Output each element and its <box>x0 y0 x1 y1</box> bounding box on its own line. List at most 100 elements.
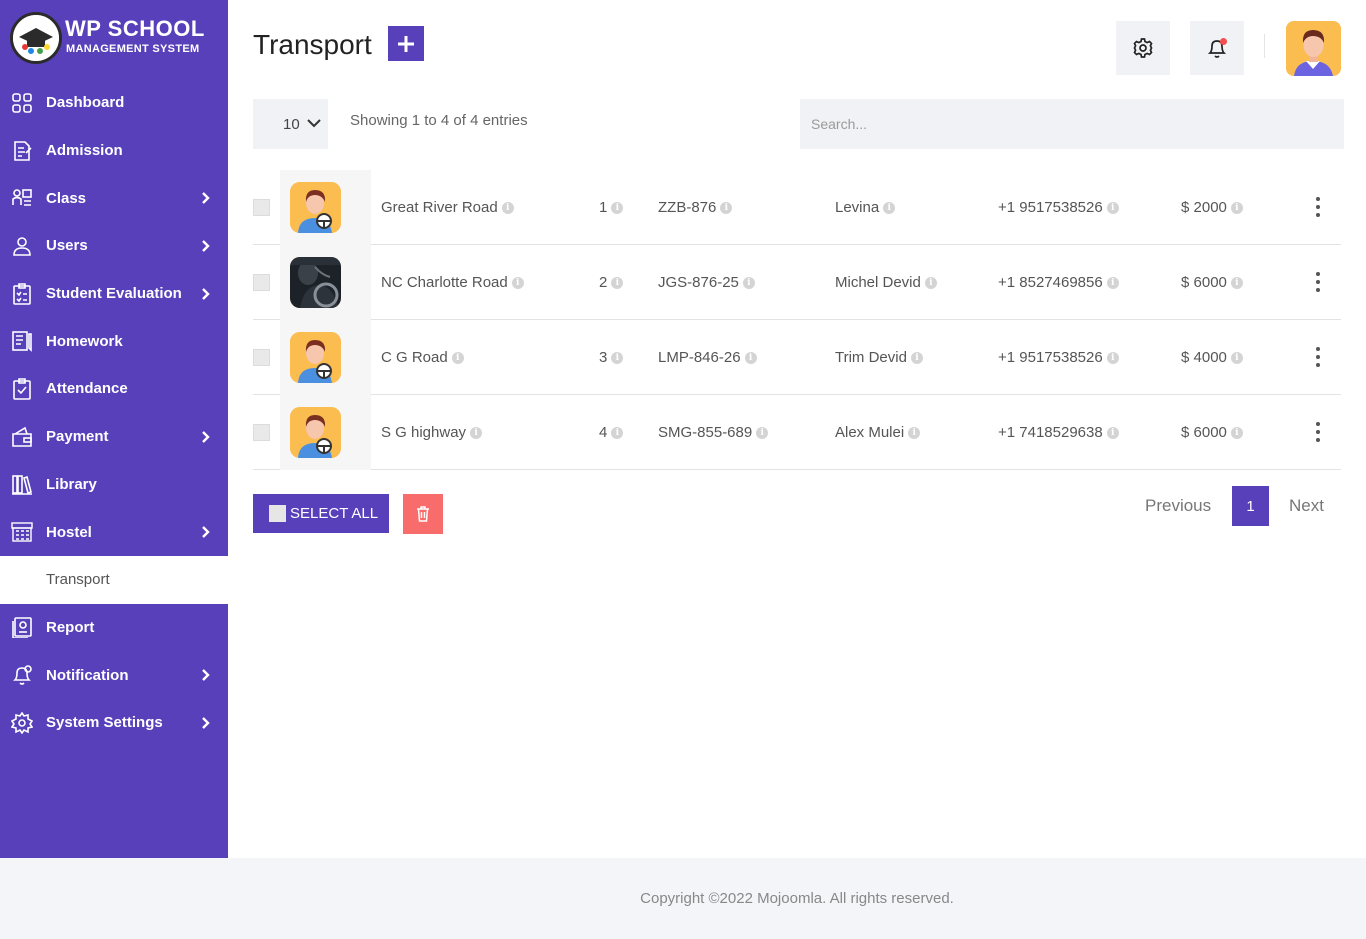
select-all-checkbox[interactable] <box>269 505 286 522</box>
gear-icon <box>1133 38 1153 58</box>
notification-badge <box>1220 38 1227 45</box>
brand-title: WP SCHOOL <box>65 16 205 41</box>
info-icon[interactable]: i <box>470 426 483 439</box>
sidebar-item-system-settings[interactable]: System Settings <box>0 699 228 747</box>
row-actions-menu-icon[interactable] <box>1307 271 1329 293</box>
library-icon <box>12 475 32 496</box>
sidebar-item-homework[interactable]: Homework <box>0 317 228 365</box>
info-icon[interactable]: i <box>451 351 464 364</box>
driver-photo <box>290 257 341 308</box>
page-title: Transport <box>253 29 372 60</box>
footer: Copyright ©2022 Mojoomla. All rights res… <box>228 858 1366 939</box>
row-actions-menu-icon[interactable] <box>1307 346 1329 368</box>
pagination-next[interactable]: Next <box>1289 496 1324 516</box>
sidebar-item-label: Library <box>46 475 97 493</box>
route-name-text: C G Road <box>381 349 448 366</box>
sidebar-item-label: Homework <box>46 332 123 350</box>
vehicle-number-text: SMG-855-689 <box>658 424 753 441</box>
chevron-down-icon <box>307 119 321 128</box>
route-number-text: 1 <box>599 199 608 216</box>
route-fare: $ 6000 i <box>1181 274 1243 291</box>
info-icon[interactable]: i <box>1230 276 1243 289</box>
notifications-button[interactable] <box>1190 21 1244 75</box>
info-icon[interactable]: i <box>756 426 769 439</box>
dashboard-icon <box>12 93 32 113</box>
info-icon[interactable]: i <box>910 351 923 364</box>
route-number-text: 3 <box>599 349 608 366</box>
sidebar-item-dashboard[interactable]: Dashboard <box>0 79 228 127</box>
info-icon[interactable]: i <box>611 426 624 439</box>
route-number: 1i <box>599 199 624 216</box>
route-fare: $ 2000 i <box>1181 199 1243 216</box>
info-icon[interactable]: i <box>720 201 733 214</box>
info-icon[interactable]: i <box>744 351 757 364</box>
info-icon[interactable]: i <box>501 201 514 214</box>
info-icon[interactable]: i <box>1230 201 1243 214</box>
vehicle-number: LMP-846-26 i <box>658 349 757 366</box>
sidebar-item-payment[interactable]: Payment <box>0 413 228 461</box>
info-icon[interactable]: i <box>1230 351 1243 364</box>
user-avatar-icon <box>1286 21 1341 76</box>
notification-icon <box>13 665 32 685</box>
route-number: 2i <box>599 274 624 291</box>
sidebar-item-label: System Settings <box>46 714 163 732</box>
info-icon[interactable]: i <box>511 276 524 289</box>
info-icon[interactable]: i <box>1106 351 1119 364</box>
user-avatar[interactable] <box>1286 21 1341 76</box>
sidebar-item-attendance[interactable]: Attendance <box>0 365 228 413</box>
info-icon[interactable]: i <box>1106 276 1119 289</box>
row-checkbox[interactable] <box>253 274 270 291</box>
driver-name-text: Levina <box>835 199 880 216</box>
info-icon[interactable]: i <box>883 201 896 214</box>
sidebar-item-users[interactable]: Users <box>0 222 228 270</box>
driver-phone-text: +1 7418529638 <box>998 424 1103 441</box>
info-icon[interactable]: i <box>611 201 624 214</box>
route-number-text: 2 <box>599 274 608 291</box>
row-actions-menu-icon[interactable] <box>1307 196 1329 218</box>
sidebar-item-report[interactable]: Report <box>0 604 228 652</box>
transport-icon <box>13 571 31 590</box>
search-input[interactable] <box>800 99 1344 149</box>
row-actions-menu-icon[interactable] <box>1307 421 1329 443</box>
class-icon <box>12 189 32 207</box>
sidebar-item-student-evaluation[interactable]: Student Evaluation <box>0 270 228 318</box>
add-transport-button[interactable] <box>388 26 424 61</box>
sidebar-item-class[interactable]: Class <box>0 174 228 222</box>
select-all-button[interactable]: SELECT ALL <box>253 494 389 533</box>
table-row: NC Charlotte Road i 2i JGS-876-25 i Michel… <box>253 245 1341 320</box>
sidebar-item-label: Notification <box>46 666 129 684</box>
settings-button[interactable] <box>1116 21 1170 75</box>
route-fare: $ 6000 i <box>1181 424 1243 441</box>
info-icon[interactable]: i <box>924 276 937 289</box>
table-row: Great River Road i 1i ZZB-876 i Levina i +1… <box>253 170 1341 245</box>
driver-name: Trim Devid i <box>835 349 923 366</box>
page-length-select[interactable]: 10 <box>253 99 328 149</box>
sidebar-item-library[interactable]: Library <box>0 461 228 509</box>
info-icon[interactable]: i <box>1106 426 1119 439</box>
sidebar-item-admission[interactable]: Admission <box>0 127 228 175</box>
sidebar-item-label: Dashboard <box>46 94 125 112</box>
info-icon[interactable]: i <box>1106 201 1119 214</box>
info-icon[interactable]: i <box>742 276 755 289</box>
route-fare-text: $ 6000 <box>1181 424 1227 441</box>
pagination-previous[interactable]: Previous <box>1145 496 1211 516</box>
chevron-right-icon <box>202 430 210 443</box>
info-icon[interactable]: i <box>908 426 921 439</box>
select-all-label: SELECT ALL <box>290 505 379 522</box>
sidebar-item-transport[interactable]: Transport <box>0 555 228 604</box>
chevron-right-icon <box>202 240 210 252</box>
route-fare-text: $ 4000 <box>1181 349 1227 366</box>
info-icon[interactable]: i <box>1230 426 1243 439</box>
user-icon <box>13 237 31 256</box>
info-icon[interactable]: i <box>611 276 624 289</box>
row-checkbox[interactable] <box>253 199 270 216</box>
pagination-page-current[interactable]: 1 <box>1232 486 1269 526</box>
row-checkbox[interactable] <box>253 424 270 441</box>
info-icon[interactable]: i <box>611 351 624 364</box>
route-name: C G Road i <box>381 349 464 366</box>
delete-selected-button[interactable] <box>403 494 443 534</box>
sidebar-item-notification[interactable]: Notification <box>0 651 228 699</box>
sidebar-item-hostel[interactable]: Hostel <box>0 508 228 556</box>
brand[interactable]: WP SCHOOL MANAGEMENT SYSTEM <box>10 11 220 64</box>
row-checkbox[interactable] <box>253 349 270 366</box>
